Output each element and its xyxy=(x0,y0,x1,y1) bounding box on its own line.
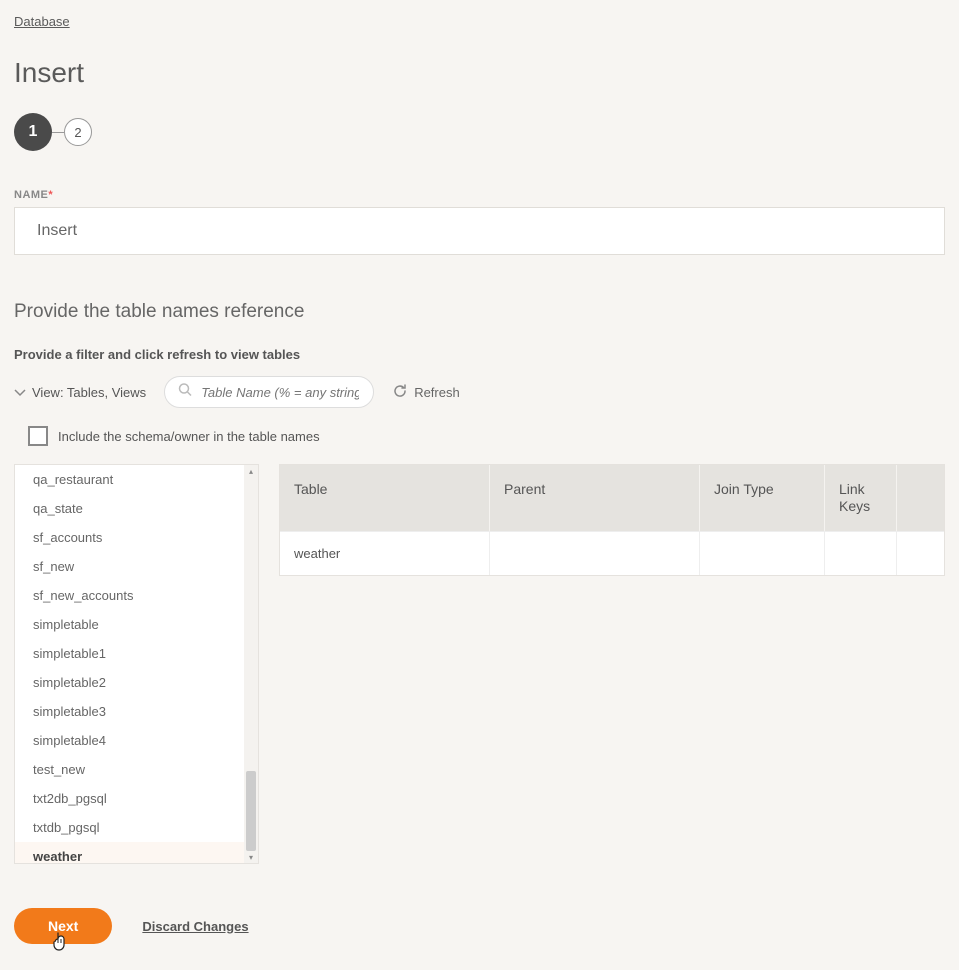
list-item[interactable]: simpletable3 xyxy=(15,697,244,726)
list-item[interactable]: simpletable2 xyxy=(15,668,244,697)
step-2[interactable]: 2 xyxy=(64,118,92,146)
section-title: Provide the table names reference xyxy=(14,301,945,323)
list-item[interactable]: qa_restaurant xyxy=(15,465,244,494)
list-item[interactable]: simpletable4 xyxy=(15,726,244,755)
footer: Next Discard Changes xyxy=(14,908,249,944)
breadcrumb-database[interactable]: Database xyxy=(14,14,70,29)
scroll-thumb[interactable] xyxy=(246,771,256,851)
stepper: 1 2 xyxy=(14,113,945,151)
scroll-down-icon[interactable]: ▾ xyxy=(244,851,258,863)
col-table[interactable]: Table xyxy=(280,465,490,531)
breadcrumb: Database xyxy=(14,14,945,29)
scroll-track[interactable] xyxy=(244,477,258,851)
refresh-button[interactable]: Refresh xyxy=(392,383,460,402)
list-item[interactable]: txtdb_pgsql xyxy=(15,813,244,842)
list-item[interactable]: txt2db_pgsql xyxy=(15,784,244,813)
table-row[interactable]: weather xyxy=(280,531,944,575)
list-item[interactable]: sf_accounts xyxy=(15,523,244,552)
list-item[interactable]: weather xyxy=(15,842,244,863)
col-link[interactable]: Link Keys xyxy=(825,465,897,531)
chevron-down-icon xyxy=(14,386,26,398)
cell-table: weather xyxy=(280,532,490,575)
grid-header: Table Parent Join Type Link Keys xyxy=(280,465,944,531)
search-icon xyxy=(178,383,192,402)
col-extra xyxy=(897,465,944,531)
name-input[interactable] xyxy=(14,207,945,255)
col-parent[interactable]: Parent xyxy=(490,465,700,531)
refresh-icon xyxy=(392,383,408,402)
cell-join xyxy=(700,532,825,575)
list-item[interactable]: simpletable xyxy=(15,610,244,639)
discard-changes-button[interactable]: Discard Changes xyxy=(142,919,248,934)
step-1[interactable]: 1 xyxy=(14,113,52,151)
refresh-label: Refresh xyxy=(414,385,460,400)
table-list[interactable]: qa_restaurantqa_statesf_accountssf_newsf… xyxy=(15,465,244,863)
table-listbox: qa_restaurantqa_statesf_accountssf_newsf… xyxy=(14,464,259,864)
cell-link xyxy=(825,532,897,575)
list-item[interactable]: qa_state xyxy=(15,494,244,523)
view-toggle[interactable]: View: Tables, Views xyxy=(14,385,146,400)
list-item[interactable]: sf_new_accounts xyxy=(15,581,244,610)
scroll-up-icon[interactable]: ▴ xyxy=(244,465,258,477)
cell-parent xyxy=(490,532,700,575)
selected-tables-grid: Table Parent Join Type Link Keys weather xyxy=(279,464,945,576)
cell-extra xyxy=(897,532,944,575)
name-label: NAME* xyxy=(14,189,945,201)
include-schema-row: Include the schema/owner in the table na… xyxy=(28,426,945,446)
step-connector xyxy=(52,132,64,133)
filter-hint: Provide a filter and click refresh to vi… xyxy=(14,347,945,362)
include-schema-label: Include the schema/owner in the table na… xyxy=(58,429,320,444)
search-wrap xyxy=(164,376,374,408)
col-join[interactable]: Join Type xyxy=(700,465,825,531)
next-button[interactable]: Next xyxy=(14,908,112,944)
view-toggle-label: View: Tables, Views xyxy=(32,385,146,400)
scrollbar[interactable]: ▴ ▾ xyxy=(244,465,258,863)
list-item[interactable]: test_new xyxy=(15,755,244,784)
include-schema-checkbox[interactable] xyxy=(28,426,48,446)
list-item[interactable]: sf_new xyxy=(15,552,244,581)
page-title: Insert xyxy=(14,57,945,89)
search-input[interactable] xyxy=(164,376,374,408)
filter-row: View: Tables, Views Refresh xyxy=(14,376,945,408)
list-item[interactable]: simpletable1 xyxy=(15,639,244,668)
